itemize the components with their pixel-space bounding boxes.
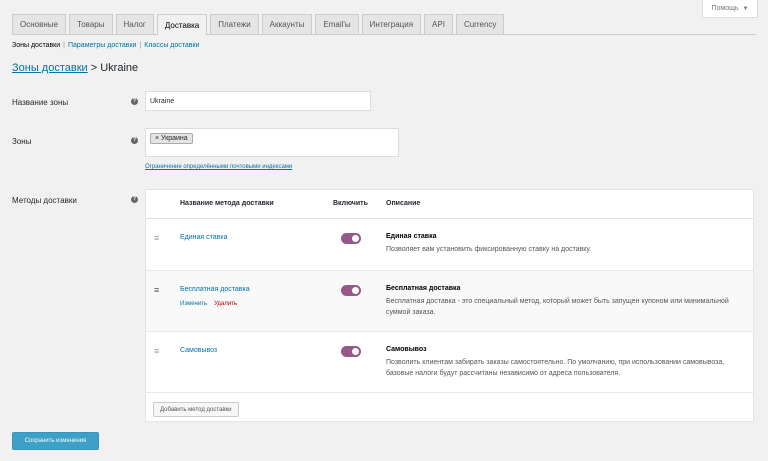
drag-handle-icon[interactable]: ≡ [154,233,159,243]
enable-toggle[interactable] [341,285,361,296]
zone-regions-select[interactable]: × Украина [145,128,399,157]
subnav-zones[interactable]: Зоны доставки [12,42,60,49]
drag-handle-icon[interactable]: ≡ [154,346,159,356]
method-description-text: Позволить клиентам забирать заказы самос… [386,358,725,377]
row-actions: Изменить Удалить [180,301,237,307]
method-description-text: Бесплатная доставка - это специальный ме… [386,297,729,316]
tab-api[interactable]: API [424,14,453,34]
help-tip-icon[interactable]: ? [131,98,138,105]
method-description: Самовывоз Позволить клиентам забирать за… [386,345,741,380]
tab-tax[interactable]: Налог [115,14,154,34]
header-method-name: Название метода доставки [180,200,274,207]
method-description: Бесплатная доставка Бесплатная доставка … [386,284,741,319]
add-shipping-method-button[interactable]: Добавить метод доставки [153,402,239,417]
method-title[interactable]: Бесплатная доставка [180,286,250,293]
shipping-methods-table: Название метода доставки Включить Описан… [145,189,754,422]
method-title[interactable]: Единая ставка [180,234,228,241]
table-header: Название метода доставки Включить Описан… [146,190,753,219]
breadcrumb-zones-link[interactable]: Зоны доставки [12,62,88,74]
caret-down-icon: ▼ [742,5,749,12]
method-row-local-pickup: ≡ Самовывоз Самовывоз Позволить клиентам… [146,332,753,393]
method-description: Единая ставка Позволяет вам установить ф… [386,232,741,256]
tab-emails[interactable]: Email'ы [315,14,359,34]
method-row-flat-rate: ≡ Единая ставка Единая ставка Позволяет … [146,219,753,271]
tab-integration[interactable]: Интеграция [361,14,422,34]
delete-link[interactable]: Удалить [214,301,237,307]
zone-regions-label: Зоны [12,137,32,146]
method-description-text: Позволяет вам установить фиксированную с… [386,245,592,253]
method-row-free-shipping: ≡ Бесплатная доставка Изменить Удалить Б… [146,271,753,332]
subnav-separator: | [139,42,142,49]
zone-name-input[interactable]: Ukraine [145,91,371,111]
header-description: Описание [386,200,421,207]
tab-products[interactable]: Товары [68,14,113,34]
help-tip-icon[interactable]: ? [131,137,138,144]
drag-handle-icon[interactable]: ≡ [154,285,159,295]
enable-toggle[interactable] [341,233,361,244]
header-enabled: Включить [333,200,368,207]
method-title[interactable]: Самовывоз [180,347,217,354]
help-label: Помощь [711,5,739,12]
shipping-methods-label: Методы доставки [12,196,77,205]
postcode-limit-link[interactable]: Ограничение определёнными почтовыми инде… [145,164,292,170]
tab-payments[interactable]: Платежи [210,14,259,34]
method-description-title: Самовывоз [386,346,427,353]
tab-currency[interactable]: Currency [455,14,505,34]
method-description-title: Единая ставка [386,233,437,240]
tab-shipping[interactable]: Доставка [156,14,208,35]
tab-accounts[interactable]: Аккаунты [261,14,313,34]
settings-tabs: Основные Товары Налог Доставка Платежи А… [12,14,756,35]
zone-name-label: Название зоны [12,98,69,107]
subnav-options[interactable]: Параметры доставки [68,42,136,49]
breadcrumb-current: Ukraine [100,62,139,74]
subnav-separator: | [63,42,65,49]
breadcrumb-separator: > [90,62,98,74]
subnav-classes[interactable]: Классы доставки [144,42,199,49]
region-token[interactable]: × Украина [150,133,193,144]
tab-general[interactable]: Основные [12,14,66,34]
enable-toggle[interactable] [341,346,361,357]
method-description-title: Бесплатная доставка [386,285,461,292]
edit-link[interactable]: Изменить [180,301,207,307]
save-changes-button[interactable]: Сохранить изменения [12,432,99,450]
help-tip-icon[interactable]: ? [131,196,138,203]
page-title: Зоны доставки > Ukraine [12,62,138,74]
shipping-subnav: Зоны доставки | Параметры доставки | Кла… [12,42,200,49]
